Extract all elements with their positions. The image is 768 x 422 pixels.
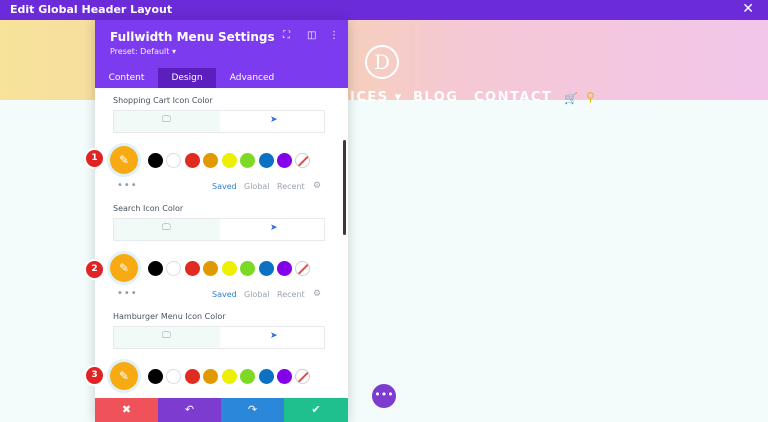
undo-button[interactable]: ↶ — [158, 398, 221, 422]
hover-cursor-icon[interactable]: ➤ — [270, 115, 278, 125]
tab-design[interactable]: Design — [158, 68, 216, 88]
swatch-purple[interactable] — [277, 261, 292, 276]
step-badge-1: 1 — [86, 150, 103, 167]
eyedropper-button[interactable]: ✎ — [110, 146, 138, 174]
hover-cursor-icon[interactable]: ➤ — [270, 331, 278, 341]
nav-item-services[interactable]: ICES ▾ — [350, 90, 403, 105]
palette-recent-link[interactable]: Recent — [277, 290, 305, 299]
desktop-icon[interactable]: 🖵 — [162, 223, 171, 233]
device-toggle: 🖵 ➤ — [113, 326, 325, 349]
swatch-black[interactable] — [148, 369, 163, 384]
swatch-green[interactable] — [240, 261, 255, 276]
cart-icon[interactable]: 🛒 — [564, 92, 578, 105]
columns-icon[interactable]: ◫ — [307, 30, 316, 41]
eyedropper-button[interactable]: ✎ — [110, 362, 138, 390]
palette-recent-link[interactable]: Recent — [277, 182, 305, 191]
palette-saved-link[interactable]: Saved — [212, 182, 237, 191]
swatch-clear[interactable] — [295, 153, 310, 168]
window-title-bar: Edit Global Header Layout ✕ — [0, 0, 768, 20]
nav-item-blog[interactable]: BLOG — [413, 90, 458, 105]
more-colors-icon[interactable]: ••• — [117, 288, 138, 299]
close-icon[interactable]: ✕ — [742, 1, 754, 17]
tab-content[interactable]: Content — [95, 68, 158, 88]
gear-icon[interactable]: ⚙ — [313, 181, 321, 191]
swatch-red[interactable] — [185, 153, 200, 168]
swatch-blue[interactable] — [259, 261, 274, 276]
search-icon[interactable]: ⚲ — [586, 90, 595, 104]
save-button[interactable]: ✔ — [284, 398, 348, 422]
settings-panel: Fullwidth Menu Settings Preset: Default … — [95, 20, 348, 422]
swatch-yellow[interactable] — [222, 153, 237, 168]
swatch-white[interactable] — [166, 261, 181, 276]
panel-content: Shopping Cart Icon Color 🖵 ➤ ✎ ••• Saved… — [95, 88, 348, 398]
swatch-green[interactable] — [240, 369, 255, 384]
swatch-blue[interactable] — [259, 369, 274, 384]
focus-icon[interactable]: ⛶ — [283, 30, 290, 41]
swatch-black[interactable] — [148, 261, 163, 276]
tab-advanced[interactable]: Advanced — [216, 68, 288, 88]
swatch-yellow[interactable] — [222, 261, 237, 276]
swatch-clear[interactable] — [295, 369, 310, 384]
preset-dropdown[interactable]: Preset: Default ▾ — [110, 47, 176, 56]
swatch-white[interactable] — [166, 153, 181, 168]
desktop-icon[interactable]: 🖵 — [162, 115, 171, 125]
palette-global-link[interactable]: Global — [244, 290, 270, 299]
swatch-orange[interactable] — [203, 369, 218, 384]
more-colors-icon[interactable]: ••• — [117, 180, 138, 191]
cancel-button[interactable]: ✖ — [95, 398, 158, 422]
more-actions-button[interactable]: ••• — [372, 384, 396, 408]
swatch-black[interactable] — [148, 153, 163, 168]
more-options-icon[interactable]: ⋮ — [329, 30, 339, 41]
swatch-purple[interactable] — [277, 153, 292, 168]
window-title: Edit Global Header Layout — [10, 3, 173, 16]
step-badge-3: 3 — [86, 367, 103, 384]
site-logo: D — [365, 45, 399, 79]
nav-item-contact[interactable]: CONTACT — [474, 90, 552, 105]
swatch-purple[interactable] — [277, 369, 292, 384]
swatch-red[interactable] — [185, 369, 200, 384]
panel-scrollbar[interactable] — [343, 140, 346, 235]
eyedropper-button[interactable]: ✎ — [110, 254, 138, 282]
section-label: Shopping Cart Icon Color — [113, 96, 213, 105]
swatch-orange[interactable] — [203, 261, 218, 276]
gear-icon[interactable]: ⚙ — [313, 289, 321, 299]
device-toggle: 🖵 ➤ — [113, 110, 325, 133]
swatch-white[interactable] — [166, 369, 181, 384]
desktop-icon[interactable]: 🖵 — [162, 331, 171, 341]
step-badge-2: 2 — [86, 261, 103, 278]
hover-cursor-icon[interactable]: ➤ — [270, 223, 278, 233]
palette-saved-link[interactable]: Saved — [212, 290, 237, 299]
swatch-blue[interactable] — [259, 153, 274, 168]
swatch-red[interactable] — [185, 261, 200, 276]
panel-title: Fullwidth Menu Settings — [110, 30, 275, 44]
redo-button[interactable]: ↷ — [221, 398, 284, 422]
swatch-green[interactable] — [240, 153, 255, 168]
swatch-orange[interactable] — [203, 153, 218, 168]
section-label: Search Icon Color — [113, 204, 184, 213]
swatch-clear[interactable] — [295, 261, 310, 276]
device-toggle: 🖵 ➤ — [113, 218, 325, 241]
section-label: Hamburger Menu Icon Color — [113, 312, 226, 321]
palette-global-link[interactable]: Global — [244, 182, 270, 191]
swatch-yellow[interactable] — [222, 369, 237, 384]
panel-tabs: Content Design Advanced — [95, 68, 348, 88]
